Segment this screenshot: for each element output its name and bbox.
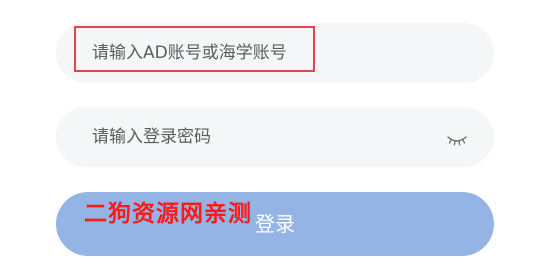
watermark-text: 二狗资源网亲测: [84, 201, 252, 227]
password-input-placeholder[interactable]: 请输入登录密码: [92, 107, 432, 167]
login-form: 请输入AD账号或海学账号 请输入登录密码 登录 二狗资源网亲测: [0, 0, 550, 275]
password-field[interactable]: 请输入登录密码: [56, 107, 494, 167]
eye-closed-icon[interactable]: [446, 131, 468, 146]
highlight-annotation-box: [74, 26, 315, 72]
